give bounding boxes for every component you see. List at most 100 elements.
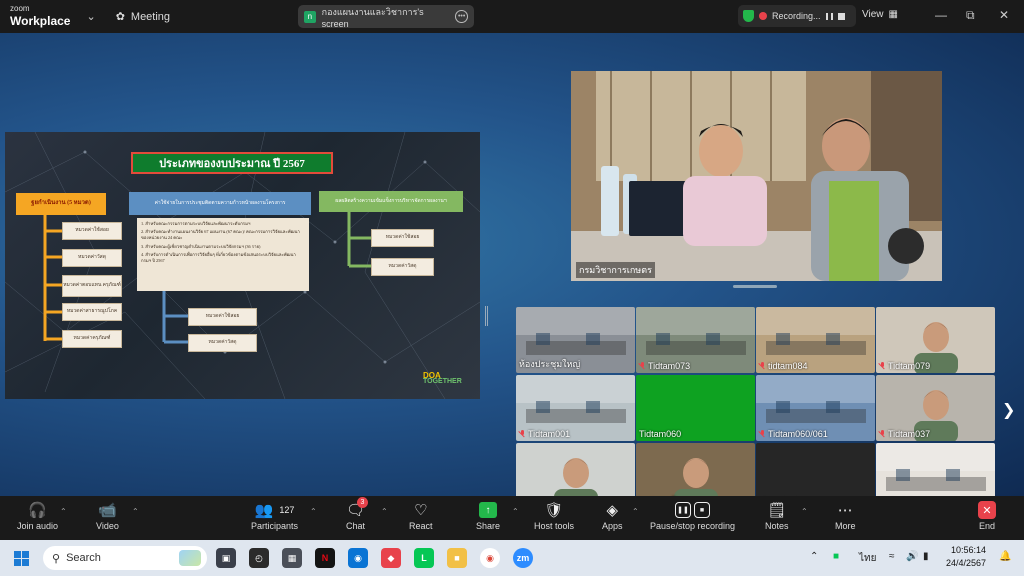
calculator-app-icon[interactable]: ▦ xyxy=(282,548,302,568)
apps-label: Apps xyxy=(602,521,623,531)
tray-expand-icon[interactable]: ⌃ xyxy=(810,551,818,562)
view-button[interactable]: View ▦ xyxy=(862,9,898,20)
participant-name-text: Tidtam001 xyxy=(528,429,571,439)
chat-options-caret[interactable]: ⌃ xyxy=(381,507,388,516)
left-item: หมวดค่าตอบแทน ครุภัณฑ์ xyxy=(62,275,122,297)
more-label: More xyxy=(835,521,856,531)
logo-bottom: TOGETHER xyxy=(423,378,462,386)
more-options-icon[interactable]: ••• xyxy=(455,10,468,23)
language-indicator[interactable]: ไทย xyxy=(859,551,876,566)
record-button[interactable]: ❚❚ ■ Pause/stop recording xyxy=(650,499,735,531)
apps-options-caret[interactable]: ⌃ xyxy=(632,507,639,516)
react-button[interactable]: ♡ React xyxy=(409,499,433,531)
participant-name-text: tidtam084 xyxy=(768,361,808,371)
audio-options-caret[interactable]: ⌃ xyxy=(60,507,67,516)
left-item: หมวดค่าครุภัณฑ์ xyxy=(62,330,122,348)
participant-name: tidtam084 xyxy=(759,361,808,371)
participant-tile[interactable]: Tidtam060/061 xyxy=(756,375,875,441)
video-options-caret[interactable]: ⌃ xyxy=(132,507,139,516)
chevron-right-icon[interactable]: ❯ xyxy=(1002,400,1015,420)
close-icon[interactable]: ✕ xyxy=(999,8,1009,22)
anydesk-app-icon[interactable]: ◆ xyxy=(381,548,401,568)
muted-mic-icon xyxy=(639,362,646,370)
zoom-app-icon[interactable]: zm xyxy=(513,548,533,568)
more-icon: ⋯ xyxy=(837,502,853,519)
battery-icon[interactable]: ▮ xyxy=(923,551,929,562)
line-app-icon[interactable]: L xyxy=(414,548,434,568)
end-button[interactable]: ✕ End xyxy=(978,499,996,531)
notification-bell-icon[interactable]: 🔔 xyxy=(999,551,1011,562)
restore-icon[interactable]: ⧉ xyxy=(966,8,975,23)
netflix-app-icon[interactable]: N xyxy=(315,548,335,568)
left-item: หมวดค่าใช้สอย xyxy=(62,222,122,240)
notes-button[interactable]: 🗒 Notes xyxy=(765,499,789,531)
left-column-header: ฐยกำเนินงาน (5 หมวด) xyxy=(16,193,106,215)
participant-name: Tidtam079 xyxy=(879,361,930,371)
screen-share-pill[interactable]: n กองแผนงานและวิชาการ's screen ••• xyxy=(298,5,474,29)
chat-icon: 🗨 3 xyxy=(346,497,368,521)
participant-tile[interactable]: Tidtam079 xyxy=(876,307,995,373)
participant-tile[interactable]: Tidtam073 xyxy=(636,307,755,373)
muted-mic-icon xyxy=(879,362,886,370)
share-source-icon: n xyxy=(304,10,316,23)
participant-tile[interactable]: Tidtam037 xyxy=(876,375,995,441)
task-view-icon[interactable]: ▣ xyxy=(216,548,236,568)
meeting-icon: ✿ xyxy=(115,11,125,23)
gallery-view: ห้องประชุมใหญ่ Tidtam073 tidtam084 Tidtam07… xyxy=(516,307,996,510)
more-button[interactable]: ⋯ More xyxy=(835,499,856,531)
speaker-scene xyxy=(571,71,942,281)
title-bar: zoom Workplace ⌄ ✿ Meeting n กองแผนงานแล… xyxy=(0,0,1024,33)
line-tray-icon[interactable]: ■ xyxy=(833,551,839,562)
description-line: 1. สำหรับคณะกรรมการตามระบบวิจัยและพัฒนาร… xyxy=(141,221,251,226)
middle-item: หมวดค่าใช้สอย xyxy=(188,308,257,326)
video-button[interactable]: 📹 Video xyxy=(96,499,119,531)
participant-tile[interactable]: ห้องประชุมใหญ่ xyxy=(516,307,635,373)
resize-handle[interactable] xyxy=(733,285,777,288)
participant-name: ห้องประชุมใหญ่ xyxy=(519,357,580,371)
participant-name-text: Tidtam079 xyxy=(888,361,931,371)
pause-recording-icon[interactable] xyxy=(825,12,833,20)
chevron-down-icon[interactable]: ⌄ xyxy=(86,10,95,23)
speedometer-app-icon[interactable]: ◴ xyxy=(249,548,269,568)
participant-tile[interactable]: tidtam084 xyxy=(756,307,875,373)
meeting-menu[interactable]: ✿ Meeting xyxy=(115,10,171,24)
apps-button[interactable]: ◈ Apps xyxy=(602,499,623,531)
file-explorer-icon[interactable]: ■ xyxy=(447,548,467,568)
chrome-app-icon[interactable]: ◉ xyxy=(480,548,500,568)
participant-tile[interactable]: Tidtam060 xyxy=(636,375,755,441)
chat-button[interactable]: 🗨 3 Chat xyxy=(346,497,368,531)
splitter-handle[interactable] xyxy=(485,306,488,326)
shield-icon: 🛡 xyxy=(544,502,564,519)
participant-tile[interactable]: Tidtam001 xyxy=(516,375,635,441)
chat-badge: 3 xyxy=(357,497,368,508)
meeting-label: Meeting xyxy=(130,10,171,23)
participants-label: Participants xyxy=(251,521,299,531)
windows-start-icon[interactable] xyxy=(14,551,29,566)
share-button[interactable]: ↑ Share xyxy=(476,499,500,531)
host-tools-button[interactable]: 🛡 Host tools xyxy=(534,499,574,531)
store-app-icon[interactable]: ◉ xyxy=(348,548,368,568)
share-label: Share xyxy=(476,521,501,531)
pause-stop-icon: ❚❚ ■ xyxy=(675,502,711,518)
participants-count: 127 xyxy=(279,505,295,515)
notes-options-caret[interactable]: ⌃ xyxy=(801,507,808,516)
participant-name: Tidtam060 xyxy=(639,429,681,439)
muted-mic-icon xyxy=(759,362,766,370)
volume-icon[interactable]: 🔊 xyxy=(906,551,918,562)
heart-icon: ♡ xyxy=(414,502,428,519)
slide-title: ประเภทของงบประมาณ ปี 2567 xyxy=(131,152,333,174)
minimize-icon[interactable]: — xyxy=(935,8,947,22)
participants-button[interactable]: 👥 127 Participants xyxy=(251,499,298,531)
middle-connector xyxy=(162,290,188,344)
recording-label: Recording... xyxy=(772,11,821,21)
share-options-caret[interactable]: ⌃ xyxy=(512,507,519,516)
wifi-icon[interactable]: ≈ xyxy=(889,551,895,562)
join-audio-button[interactable]: 🎧 Join audio xyxy=(17,499,58,531)
participants-options-caret[interactable]: ⌃ xyxy=(310,507,317,516)
stop-recording-icon[interactable] xyxy=(837,12,845,20)
recording-pill[interactable]: Recording... xyxy=(738,5,856,27)
muted-mic-icon xyxy=(519,430,526,438)
speaker-video[interactable]: กรมวิชาการเกษตร xyxy=(571,71,942,281)
taskbar-search[interactable]: ⚲ Search xyxy=(43,546,207,570)
system-clock[interactable]: 10:56:14 24/4/2567 xyxy=(946,544,986,569)
